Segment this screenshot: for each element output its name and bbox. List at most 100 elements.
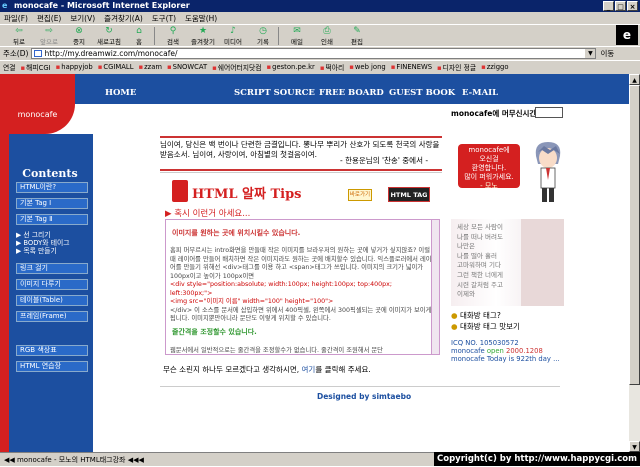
sidebar-item-basic-tag-1[interactable]: 기본 Tag Ⅰ <box>16 198 88 209</box>
copyright-banner: Copyright(c) by http://www.happycgi.com <box>434 452 640 466</box>
link-item[interactable]: zziggo <box>481 63 509 71</box>
sidebar-item-image[interactable]: 이미지 다루기 <box>16 279 88 290</box>
link-item[interactable]: web jong <box>349 63 386 71</box>
mail-icon: ✉ <box>293 26 301 36</box>
portrait-image <box>521 219 564 306</box>
address-label: 주소(D) <box>3 49 29 58</box>
edit-icon: ✎ <box>353 26 361 36</box>
shortcut-button[interactable]: 바로가기 <box>348 189 372 201</box>
tips-header: HTML 알짜 Tips 바로가기 HTML TAG <box>160 174 442 210</box>
nav-home[interactable]: HOME <box>105 88 136 98</box>
menu-file[interactable]: 파일(F) <box>4 13 28 24</box>
sidebar-item-rgb[interactable]: RGB 색상표 <box>16 345 88 356</box>
links-bar: 연결 해피CGI happyjob CGIMALL zzam SNOWCAT 쉐… <box>0 60 640 73</box>
scroll-up-icon[interactable]: ▲ <box>629 74 640 85</box>
open-date: monocafe open 2000.1208 <box>451 347 543 355</box>
toolbar: ⇦ 뒤로 ⇨ 앞으로 ⊗ 중지 ↻ 새로고침 ⌂ 홈 ⚲ 검색 ★ 즐겨찾기 ♪ 미디어 ◷ 기록… <box>0 24 640 46</box>
minimize-button[interactable]: _ <box>603 1 614 11</box>
media-button[interactable]: ♪ 미디어 <box>218 25 248 47</box>
mail-button[interactable]: ✉ 메일 <box>282 25 312 47</box>
link-item[interactable]: 쉐어어터지닷컴 <box>212 62 262 72</box>
menu-tools[interactable]: 도구(T) <box>152 13 176 24</box>
contents-title: Contents <box>22 167 78 180</box>
menu-help[interactable]: 도움말(H) <box>185 13 217 24</box>
link-item[interactable]: CGIMALL <box>98 63 133 71</box>
tips-panel[interactable]: 이미지를 원하는 곳에 위치시킬수 있습니다. 홈피 머무르시는 intro화면… <box>165 219 440 355</box>
maximize-button[interactable]: □ <box>615 1 626 11</box>
print-button[interactable]: ⎙ 인쇄 <box>312 25 342 47</box>
page-icon <box>34 50 43 57</box>
link-item[interactable]: SNOWCAT <box>167 63 208 71</box>
help-note: 무슨 소린지 하나두 모르겠다고 생각하시면, 여기를 클릭해 주세요. <box>163 365 371 374</box>
edit-button[interactable]: ✎ 편집 <box>342 25 372 47</box>
history-button[interactable]: ◷ 기록 <box>248 25 278 47</box>
stop-button[interactable]: ⊗ 중지 <box>64 25 94 47</box>
tip-heading: 이미지를 원하는 곳에 위치시킬수 있습니다. <box>172 229 301 237</box>
here-link[interactable]: 여기 <box>302 365 316 374</box>
poem-text: 세상 모든 사람이 나를 떠나 버려도 나만은 나를 떨아 흘러 고마워하며 기… <box>457 223 503 299</box>
window-title: monocafe - Microsoft Internet Explorer <box>14 1 190 10</box>
bullet-icon: ● <box>451 322 460 331</box>
link-item[interactable]: happyjob <box>56 63 93 71</box>
address-bar: 주소(D) http://my.dreamwiz.com/monocafe/ ▼… <box>0 46 640 60</box>
forward-button[interactable]: ⇨ 앞으로 <box>34 25 64 47</box>
link-item[interactable]: geston.pe.kr <box>267 63 315 71</box>
stop-icon: ⊗ <box>75 26 83 36</box>
menu-edit[interactable]: 편집(E) <box>37 13 61 24</box>
link-item[interactable]: 디자인 정글 <box>437 62 476 72</box>
divider <box>160 172 442 173</box>
favorites-button[interactable]: ★ 즐겨찾기 <box>188 25 218 47</box>
close-button[interactable]: × <box>627 1 638 11</box>
nav-free-board[interactable]: FREE BOARD <box>319 88 384 98</box>
ie-logo-icon: e <box>2 1 8 10</box>
day-counter: monocafe Today is 922th day ... <box>451 355 560 363</box>
refresh-button[interactable]: ↻ 새로고침 <box>94 25 124 47</box>
bullet-icon: ● <box>451 311 460 320</box>
tips-subtitle: ▶ 혹시 이런거 아세요... <box>165 209 251 219</box>
menu-favorites[interactable]: 즐겨찾기(A) <box>104 13 143 24</box>
tips-title: HTML 알짜 Tips <box>192 187 302 202</box>
chat-tag-link[interactable]: ● 대화방 태그? <box>451 310 520 321</box>
sidebar: Contents HTML이란? 기본 Tag Ⅰ 기본 Tag Ⅱ ▶ 선 그… <box>0 134 93 452</box>
panel-scrollbar[interactable] <box>431 220 439 354</box>
scroll-down-icon[interactable]: ▼ <box>629 441 640 452</box>
scroll-thumb[interactable] <box>629 85 640 385</box>
sidebar-item-practice[interactable]: HTML 연습장 <box>16 361 88 372</box>
chat-tag-preview-link[interactable]: ● 대화방 태그 맛보기 <box>451 321 520 332</box>
link-item[interactable]: 해피CGI <box>21 62 51 72</box>
chevron-down-icon[interactable]: ▼ <box>585 49 596 58</box>
title-bar: e monocafe - Microsoft Internet Explorer… <box>0 0 640 12</box>
divider <box>160 386 560 387</box>
sidebar-item-basic-tag-2[interactable]: 기본 Tag Ⅱ <box>16 214 88 225</box>
favorites-icon: ★ <box>198 26 208 36</box>
go-button[interactable]: 이동 <box>600 48 614 59</box>
menu-view[interactable]: 보기(V) <box>70 13 95 24</box>
sidebar-item-frame[interactable]: 프레임(Frame) <box>16 311 88 322</box>
sidebar-subitem-list[interactable]: ▶ 목록 만들기 <box>16 245 57 255</box>
nav-guest-book[interactable]: GUEST BOOK <box>389 88 455 98</box>
browser-window: e monocafe - Microsoft Internet Explorer… <box>0 0 640 466</box>
divider <box>160 169 442 171</box>
designer-credit: Designed by simtaebo <box>317 392 412 401</box>
page-scrollbar[interactable]: ▲ ▼ <box>629 74 640 452</box>
site-logo[interactable]: monocafe <box>0 74 75 134</box>
back-button[interactable]: ⇦ 뒤로 <box>4 25 34 47</box>
sidebar-item-html-intro[interactable]: HTML이란? <box>16 182 88 193</box>
search-button[interactable]: ⚲ 검색 <box>158 25 188 47</box>
sidebar-item-table[interactable]: 테이블(Table) <box>16 295 88 306</box>
nav-script-source[interactable]: SCRIPT SOURCE <box>234 88 315 98</box>
html-tag-button[interactable]: HTML TAG <box>388 187 430 202</box>
link-item[interactable]: 떡아리 <box>320 62 344 72</box>
nav-email[interactable]: E-MAIL <box>462 88 498 98</box>
tip-body: 홈피 머무르시는 intro화면을 만들때 작은 이미지를 브라우저의 원하는 … <box>170 247 432 322</box>
address-input[interactable]: http://my.dreamwiz.com/monocafe/ ▼ <box>31 48 597 59</box>
sidebar-accent <box>0 134 9 452</box>
visit-time-label: monocafe에 머무신시간 <box>451 109 537 118</box>
link-item[interactable]: zzam <box>138 63 162 71</box>
window-controls: _ □ × <box>603 1 638 11</box>
sidebar-item-link[interactable]: 링크 걸기 <box>16 263 88 274</box>
icq-info: ICQ NO. 105030572 monocafe open 2000.120… <box>451 339 560 363</box>
links-label: 연결 <box>3 64 16 72</box>
link-item[interactable]: FINENEWS <box>391 63 432 71</box>
home-button[interactable]: ⌂ 홈 <box>124 25 154 47</box>
